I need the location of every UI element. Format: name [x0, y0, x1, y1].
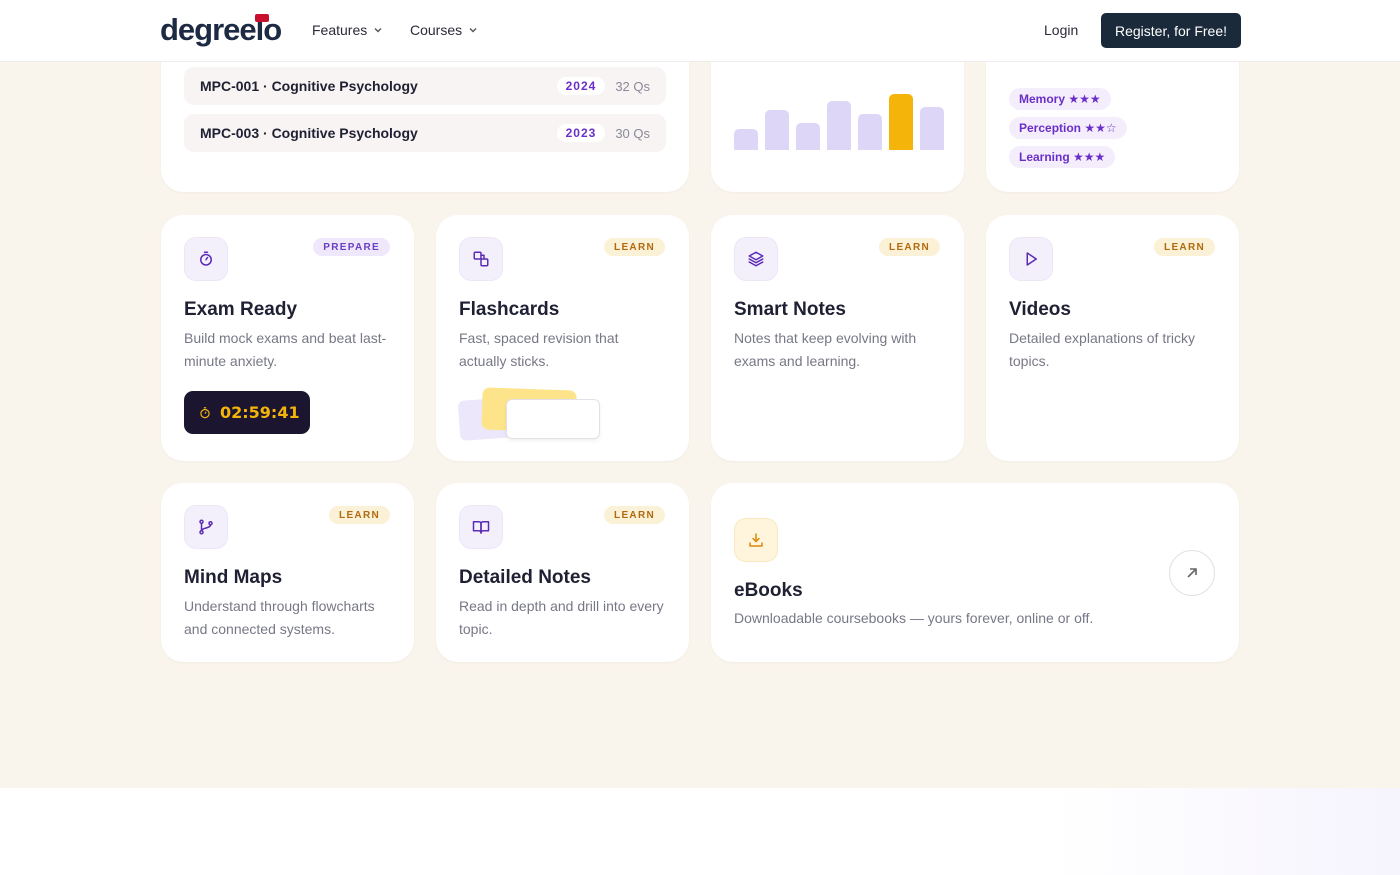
nav-courses-label: Courses: [410, 22, 463, 38]
card-title: Flashcards: [459, 299, 560, 320]
feature-card-ebooks[interactable]: eBooks Downloadable coursebooks — yours …: [711, 483, 1239, 662]
paper-row[interactable]: MPC-001 · Cognitive Psychology 2024 32 Q…: [184, 67, 666, 105]
progress-bar: [889, 94, 913, 150]
nav-courses[interactable]: Courses: [410, 22, 478, 38]
feature-card-smart-notes[interactable]: LEARN Smart Notes Notes that keep evolvi…: [711, 215, 964, 461]
footer-section-background: [0, 788, 1400, 875]
category-badge: LEARN: [879, 238, 940, 256]
chevron-down-icon: [374, 28, 382, 33]
stopwatch-icon: [184, 237, 228, 281]
feature-card-detailed-notes[interactable]: LEARN Detailed Notes Read in depth and d…: [436, 483, 689, 662]
countdown-timer: 02:59:41: [184, 391, 310, 434]
feature-card-mind-maps[interactable]: LEARN Mind Maps Understand through flowc…: [161, 483, 414, 662]
card-title: eBooks: [734, 580, 803, 601]
nav-features[interactable]: Features: [312, 22, 383, 38]
card-title: Smart Notes: [734, 299, 846, 320]
feature-card-exam-ready[interactable]: PREPARE Exam Ready Build mock exams and …: [161, 215, 414, 461]
card-description: Notes that keep evolving with exams and …: [734, 330, 917, 369]
flashcards-icon: [459, 237, 503, 281]
progress-bar: [858, 114, 882, 150]
card-description: Read in depth and drill into every topic…: [459, 598, 664, 637]
paper-year-badge: 2024: [556, 77, 606, 95]
login-link[interactable]: Login: [1044, 22, 1078, 38]
progress-bar: [796, 123, 820, 150]
category-badge: LEARN: [604, 506, 665, 524]
open-ebooks-button[interactable]: [1169, 550, 1215, 596]
paper-row[interactable]: MPC-003 · Cognitive Psychology 2023 30 Q…: [184, 114, 666, 152]
progress-bar: [734, 129, 758, 150]
progress-bar: [827, 101, 851, 150]
progress-bar: [765, 110, 789, 150]
category-badge: LEARN: [329, 506, 390, 524]
card-title: Detailed Notes: [459, 567, 591, 588]
timer-value: 02:59:41: [220, 403, 300, 422]
stopwatch-icon: [200, 406, 210, 418]
category-badge: PREPARE: [313, 238, 390, 256]
layers-icon: [734, 237, 778, 281]
nav-features-label: Features: [312, 22, 368, 38]
flashcard-illustration: [506, 399, 600, 439]
paper-year-badge: 2023: [556, 124, 606, 142]
category-badge: LEARN: [1154, 238, 1215, 256]
card-description: Fast, spaced revision that actually stic…: [459, 330, 619, 369]
paper-question-count: 30 Qs: [615, 125, 650, 141]
card-title: Mind Maps: [184, 567, 283, 588]
card-description: Build mock exams and beat last-minute an…: [184, 330, 387, 369]
topic-tag: Memory ★★★: [1009, 88, 1111, 110]
card-description: Detailed explanations of tricky topics.: [1009, 330, 1195, 369]
progress-bar: [920, 107, 944, 150]
category-badge: LEARN: [604, 238, 665, 256]
play-icon: [1009, 237, 1053, 281]
topic-tag: Perception ★★☆: [1009, 117, 1127, 139]
paper-question-count: 32 Qs: [615, 78, 650, 94]
topic-tag: Learning ★★★: [1009, 146, 1116, 168]
graduation-cap-icon: [255, 14, 269, 22]
open-book-icon: [459, 505, 503, 549]
feature-card-flashcards[interactable]: LEARN Flashcards Fast, spaced revision t…: [436, 215, 689, 461]
paper-name: MPC-003 · Cognitive Psychology: [200, 125, 418, 141]
download-icon: [734, 518, 778, 562]
arrow-up-right-icon: [1187, 568, 1197, 578]
paper-name: MPC-001 · Cognitive Psychology: [200, 78, 418, 94]
chevron-down-icon: [469, 28, 477, 33]
card-title: Exam Ready: [184, 299, 298, 320]
site-header: degreelo Features Courses Login Register…: [0, 0, 1400, 62]
register-button[interactable]: Register, for Free!: [1101, 13, 1241, 48]
card-description: Downloadable coursebooks — yours forever…: [734, 610, 1094, 626]
card-description: Understand through flowcharts and connec…: [184, 598, 375, 637]
progress-bar-chart: [734, 80, 944, 150]
branch-icon: [184, 505, 228, 549]
feature-card-videos[interactable]: LEARN Videos Detailed explanations of tr…: [986, 215, 1239, 461]
card-title: Videos: [1009, 299, 1071, 320]
